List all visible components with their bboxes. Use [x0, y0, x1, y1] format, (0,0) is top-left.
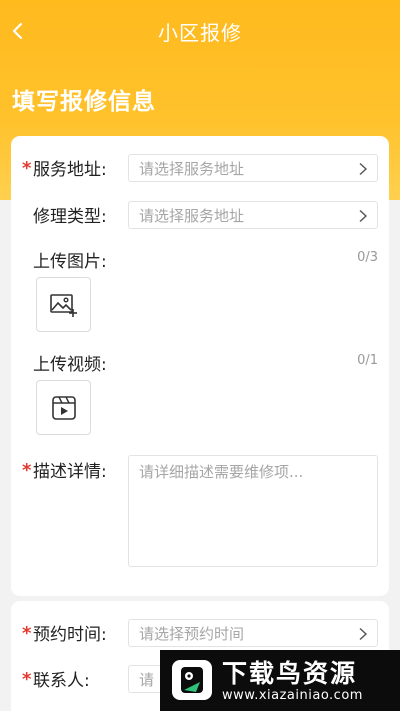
required-mark: * — [22, 158, 32, 179]
address-select[interactable]: 请选择服务地址 — [128, 154, 378, 182]
watermark-url: www.xiazainiao.com — [222, 688, 363, 703]
upload-image-button[interactable] — [36, 277, 91, 332]
page-title: 小区报修 — [158, 21, 242, 45]
repair-type-placeholder: 请选择服务地址 — [139, 206, 245, 225]
contact-label: 联系人: — [33, 671, 90, 691]
watermark-banner: 下载鸟资源 www.xiazainiao.com — [160, 650, 400, 711]
upload-image-label: 上传图片: — [33, 252, 107, 272]
appointment-label: 预约时间: — [33, 625, 107, 645]
add-image-icon — [49, 293, 77, 317]
watermark-title: 下载鸟资源 — [222, 659, 358, 688]
required-mark: * — [22, 623, 32, 644]
description-placeholder: 请详细描述需要维修项... — [139, 463, 304, 481]
nav-bar: 小区报修 — [0, 0, 400, 62]
appointment-placeholder: 请选择预约时间 — [139, 624, 245, 643]
video-icon — [51, 395, 76, 420]
description-label: 描述详情: — [33, 462, 107, 482]
repair-form-card: * 服务地址: 请选择服务地址 修理类型: 请选择服务地址 上传图片: 0/3 — [11, 136, 389, 596]
upload-image-count: 0/3 — [357, 250, 378, 265]
contact-placeholder: 请 — [139, 670, 155, 689]
repair-type-label: 修理类型: — [33, 207, 107, 227]
appointment-select[interactable]: 请选择预约时间 — [128, 619, 378, 647]
chevron-right-icon — [359, 627, 368, 641]
bird-logo-icon — [172, 660, 212, 700]
upload-video-label: 上传视频: — [33, 355, 107, 375]
section-title: 填写报修信息 — [12, 89, 156, 115]
address-placeholder: 请选择服务地址 — [139, 159, 245, 178]
upload-video-count: 0/1 — [357, 353, 378, 368]
chevron-right-icon — [359, 209, 368, 223]
repair-type-select[interactable]: 请选择服务地址 — [128, 201, 378, 229]
upload-video-button[interactable] — [36, 380, 91, 435]
description-textarea[interactable]: 请详细描述需要维修项... — [128, 455, 378, 567]
required-mark: * — [22, 669, 32, 690]
required-mark: * — [22, 460, 32, 481]
address-label: 服务地址: — [33, 160, 107, 180]
chevron-right-icon — [359, 162, 368, 176]
